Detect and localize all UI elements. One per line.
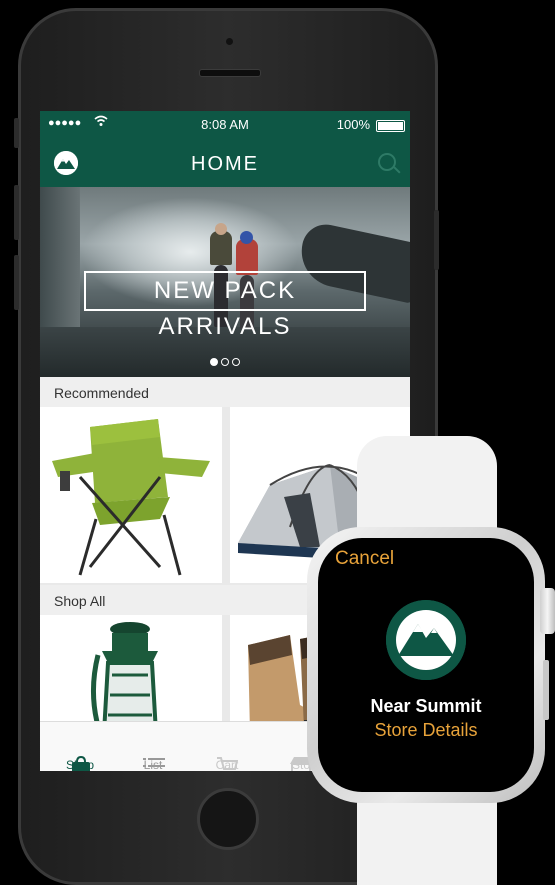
digital-crown[interactable] <box>540 588 555 634</box>
mountain-logo-icon <box>386 600 466 680</box>
hero-carousel[interactable]: NEW PACK ARRIVALS <box>40 187 410 377</box>
volume-down-button[interactable] <box>14 255 19 310</box>
home-button[interactable] <box>197 788 259 850</box>
page-dot[interactable] <box>210 358 218 366</box>
product-card-lantern[interactable] <box>40 615 222 721</box>
page-dot[interactable] <box>221 358 229 366</box>
hiker2-hat <box>240 231 253 244</box>
earpiece-speaker <box>199 69 261 77</box>
store-name: Near Summit <box>370 696 482 716</box>
hero-banner[interactable]: NEW PACK ARRIVALS <box>84 271 366 340</box>
power-button[interactable] <box>434 210 439 270</box>
hiker-head <box>215 223 227 235</box>
section-header-recommended: Recommended <box>40 377 410 407</box>
product-card-camp-chair[interactable] <box>40 407 222 583</box>
tab-label: List <box>143 758 163 771</box>
search-icon[interactable] <box>378 153 396 171</box>
hiker-backpack <box>210 231 232 265</box>
section-title: Recommended <box>54 385 149 401</box>
store-details-link[interactable]: Store Details <box>318 720 534 741</box>
lantern-image <box>90 622 158 721</box>
carousel-page-dots[interactable] <box>210 353 243 371</box>
front-camera <box>226 38 233 45</box>
watch-side-button[interactable] <box>543 660 549 720</box>
battery-percent: 100% <box>336 117 370 132</box>
tab-label: Shop <box>65 758 95 771</box>
watch-band-bottom <box>357 800 497 885</box>
section-title: Shop All <box>54 593 106 609</box>
hiker2-backpack <box>236 239 258 275</box>
camp-chair-image <box>52 419 210 576</box>
page-title: HOME <box>191 153 259 175</box>
watch-screen: Cancel Near Summit Store Details <box>318 538 534 792</box>
cancel-button[interactable]: Cancel <box>335 548 394 570</box>
volume-up-button[interactable] <box>14 185 19 240</box>
battery-icon <box>376 120 405 132</box>
tab-label: Cart <box>215 758 239 771</box>
status-bar: ●●●●● 8:08 AM 100% <box>40 111 410 139</box>
page-dot[interactable] <box>232 358 240 366</box>
nav-bar: HOME <box>40 139 410 187</box>
mute-switch[interactable] <box>14 118 19 148</box>
